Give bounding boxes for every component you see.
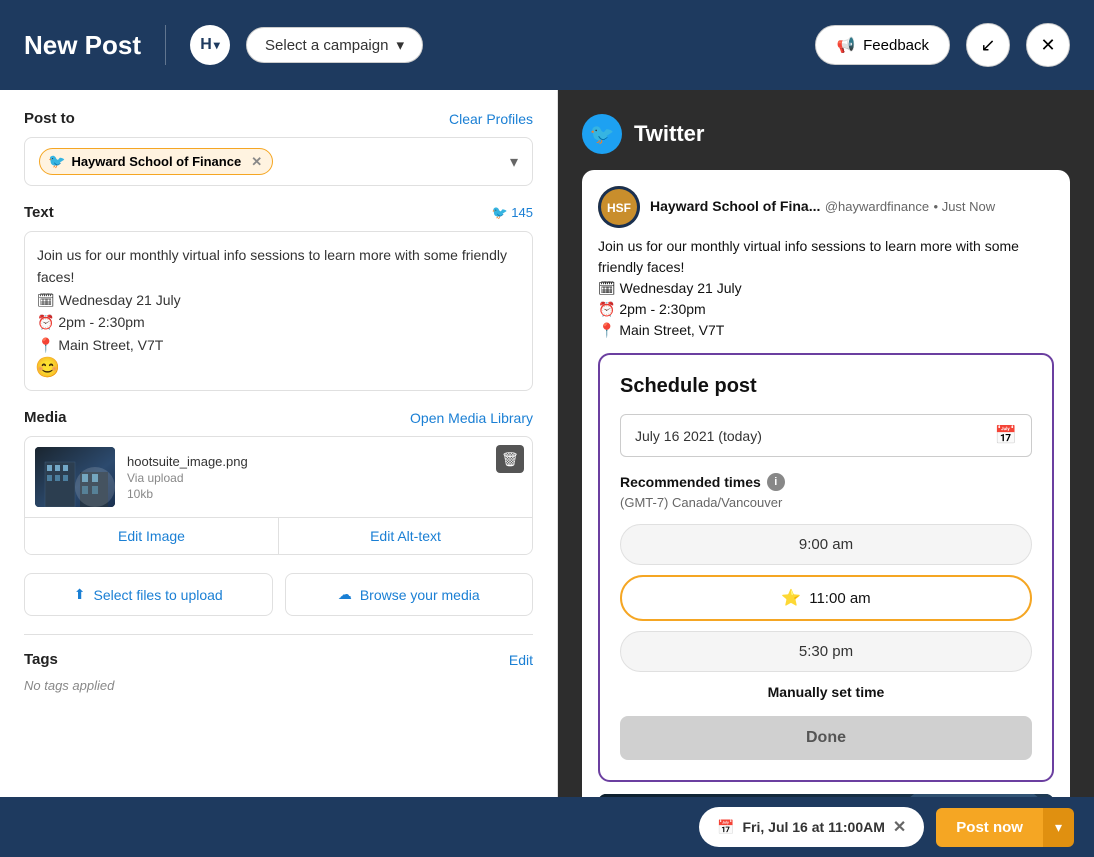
edit-image-button[interactable]: Edit Image xyxy=(25,518,279,554)
media-header: Media Open Media Library xyxy=(24,409,533,426)
timezone-label: (GMT-7) Canada/Vancouver xyxy=(620,495,1032,510)
info-icon: i xyxy=(767,473,785,491)
recommended-label: Recommended times xyxy=(620,474,761,490)
post-now-group: Post now ▾ xyxy=(936,808,1074,847)
page-title: New Post xyxy=(24,30,141,61)
tags-section: Tags Edit No tags applied xyxy=(24,634,533,693)
svg-text:HSF: HSF xyxy=(607,201,631,215)
text-section: Text 🐦 145 Join us for our monthly virtu… xyxy=(24,204,533,391)
tweet-display-name: Hayward School of Fina... xyxy=(650,198,820,214)
select-files-button[interactable]: ⬆ Select files to upload xyxy=(24,573,273,616)
twitter-header: 🐦 Twitter xyxy=(582,114,1070,154)
main-content: Post to Clear Profiles 🐦 Hayward School … xyxy=(0,90,1094,857)
text-content: Join us for our monthly virtual info ses… xyxy=(37,244,520,356)
megaphone-icon: 📢 xyxy=(836,36,855,54)
tags-header: Tags Edit xyxy=(24,651,533,668)
upload-row: ⬆ Select files to upload ☁ Browse your m… xyxy=(24,573,533,616)
campaign-select-button[interactable]: Select a campaign ▾ xyxy=(246,27,423,63)
left-panel: Post to Clear Profiles 🐦 Hayward School … xyxy=(0,90,558,857)
schedule-label-button[interactable]: 📅 Fri, Jul 16 at 11:00AM ✕ xyxy=(699,807,924,847)
media-via: Via upload xyxy=(127,471,522,485)
media-info: hootsuite_image.png Via upload 10kb xyxy=(127,454,522,501)
minimize-button[interactable]: ↙ xyxy=(966,23,1010,67)
twitter-icon: 🐦 xyxy=(48,153,65,170)
schedule-card: Schedule post July 16 2021 (today) 📅 Rec… xyxy=(598,353,1054,782)
media-actions: Edit Image Edit Alt-text xyxy=(25,517,532,554)
tweet-user-info: Hayward School of Fina... @haywardfinanc… xyxy=(650,198,1054,216)
tweet-card: HSF Hayward School of Fina... @haywardfi… xyxy=(582,170,1070,857)
time-button-0[interactable]: 9:00 am xyxy=(620,524,1032,565)
post-now-chevron-button[interactable]: ▾ xyxy=(1043,808,1074,847)
media-delete-button[interactable]: 🗑 xyxy=(496,445,524,473)
media-label: Media xyxy=(24,409,67,426)
tweet-user-row: HSF Hayward School of Fina... @haywardfi… xyxy=(598,186,1054,228)
chevron-down-icon: ▾ xyxy=(1055,819,1062,835)
trash-icon: 🗑 xyxy=(501,451,519,468)
chevron-down-icon: ▾ xyxy=(510,152,518,172)
no-tags-text: No tags applied xyxy=(24,678,533,693)
tweet-avatar: HSF xyxy=(598,186,640,228)
tags-edit-link[interactable]: Edit xyxy=(509,652,533,668)
twitter-logo: 🐦 xyxy=(582,114,622,154)
cloud-icon: ☁ xyxy=(338,586,352,603)
browse-media-button[interactable]: ☁ Browse your media xyxy=(285,573,534,616)
media-thumbnail xyxy=(35,447,115,507)
calendar-icon: 📅 xyxy=(995,425,1017,446)
time-button-2[interactable]: 5:30 pm xyxy=(620,631,1032,672)
tweet-time: • Just Now xyxy=(934,199,996,214)
header-divider xyxy=(165,25,166,65)
media-filename: hootsuite_image.png xyxy=(127,454,522,469)
twitter-label: Twitter xyxy=(634,121,704,147)
star-icon: ⭐ xyxy=(781,588,801,608)
chevron-down-icon: ▾ xyxy=(396,36,404,54)
calendar-small-icon: 📅 xyxy=(717,819,734,836)
tweet-text: Join us for our monthly virtual info ses… xyxy=(598,236,1054,341)
edit-alt-text-button[interactable]: Edit Alt-text xyxy=(279,518,532,554)
upload-icon: ⬆ xyxy=(74,586,86,603)
schedule-time-label: Fri, Jul 16 at 11:00AM xyxy=(742,819,884,835)
media-section: Media Open Media Library xyxy=(24,409,533,555)
hootsuite-avatar[interactable]: H ▾ xyxy=(190,25,230,65)
profile-tag: 🐦 Hayward School of Finance ✕ xyxy=(39,148,273,175)
recommended-header: Recommended times i xyxy=(620,473,1032,491)
post-now-button[interactable]: Post now xyxy=(936,808,1043,847)
bottom-bar: 📅 Fri, Jul 16 at 11:00AM ✕ Post now ▾ xyxy=(0,797,1094,857)
media-item: hootsuite_image.png Via upload 10kb 🗑 Ed… xyxy=(24,436,533,555)
media-item-inner: hootsuite_image.png Via upload 10kb 🗑 xyxy=(25,437,532,517)
open-media-library-link[interactable]: Open Media Library xyxy=(410,410,533,426)
schedule-title: Schedule post xyxy=(620,375,1032,398)
post-to-section: Post to Clear Profiles 🐦 Hayward School … xyxy=(24,110,533,186)
manually-set-time-link[interactable]: Manually set time xyxy=(620,684,1032,700)
feedback-button[interactable]: 📢 Feedback xyxy=(815,25,950,65)
date-input-box[interactable]: July 16 2021 (today) 📅 xyxy=(620,414,1032,457)
text-counter: 🐦 145 xyxy=(492,205,534,221)
minimize-icon: ↙ xyxy=(980,35,995,56)
tags-label: Tags xyxy=(24,651,58,668)
done-button[interactable]: Done xyxy=(620,716,1032,760)
text-label: Text xyxy=(24,204,54,221)
clear-profiles-link[interactable]: Clear Profiles xyxy=(449,111,533,127)
time-button-1[interactable]: ⭐ 11:00 am xyxy=(620,575,1032,621)
emoji-button[interactable]: 😊 xyxy=(35,355,60,380)
post-to-header: Post to Clear Profiles xyxy=(24,110,533,127)
text-header: Text 🐦 145 xyxy=(24,204,533,221)
right-panel: 🐦 Twitter HSF Hayward School of Fina... … xyxy=(558,90,1094,857)
profile-tag-close[interactable]: ✕ xyxy=(251,154,262,170)
post-to-label: Post to xyxy=(24,110,75,127)
media-size: 10kb xyxy=(127,487,522,501)
schedule-clear-button[interactable]: ✕ xyxy=(893,817,906,837)
profile-name: Hayward School of Finance xyxy=(71,154,241,169)
header: New Post H ▾ Select a campaign ▾ 📢 Feedb… xyxy=(0,0,1094,90)
tweet-handle: @haywardfinance xyxy=(825,199,929,214)
close-button[interactable]: ✕ xyxy=(1026,23,1070,67)
profile-select-box[interactable]: 🐦 Hayward School of Finance ✕ ▾ xyxy=(24,137,533,186)
close-icon: ✕ xyxy=(1040,35,1055,56)
text-area-box[interactable]: Join us for our monthly virtual info ses… xyxy=(24,231,533,391)
date-value: July 16 2021 (today) xyxy=(635,428,762,444)
